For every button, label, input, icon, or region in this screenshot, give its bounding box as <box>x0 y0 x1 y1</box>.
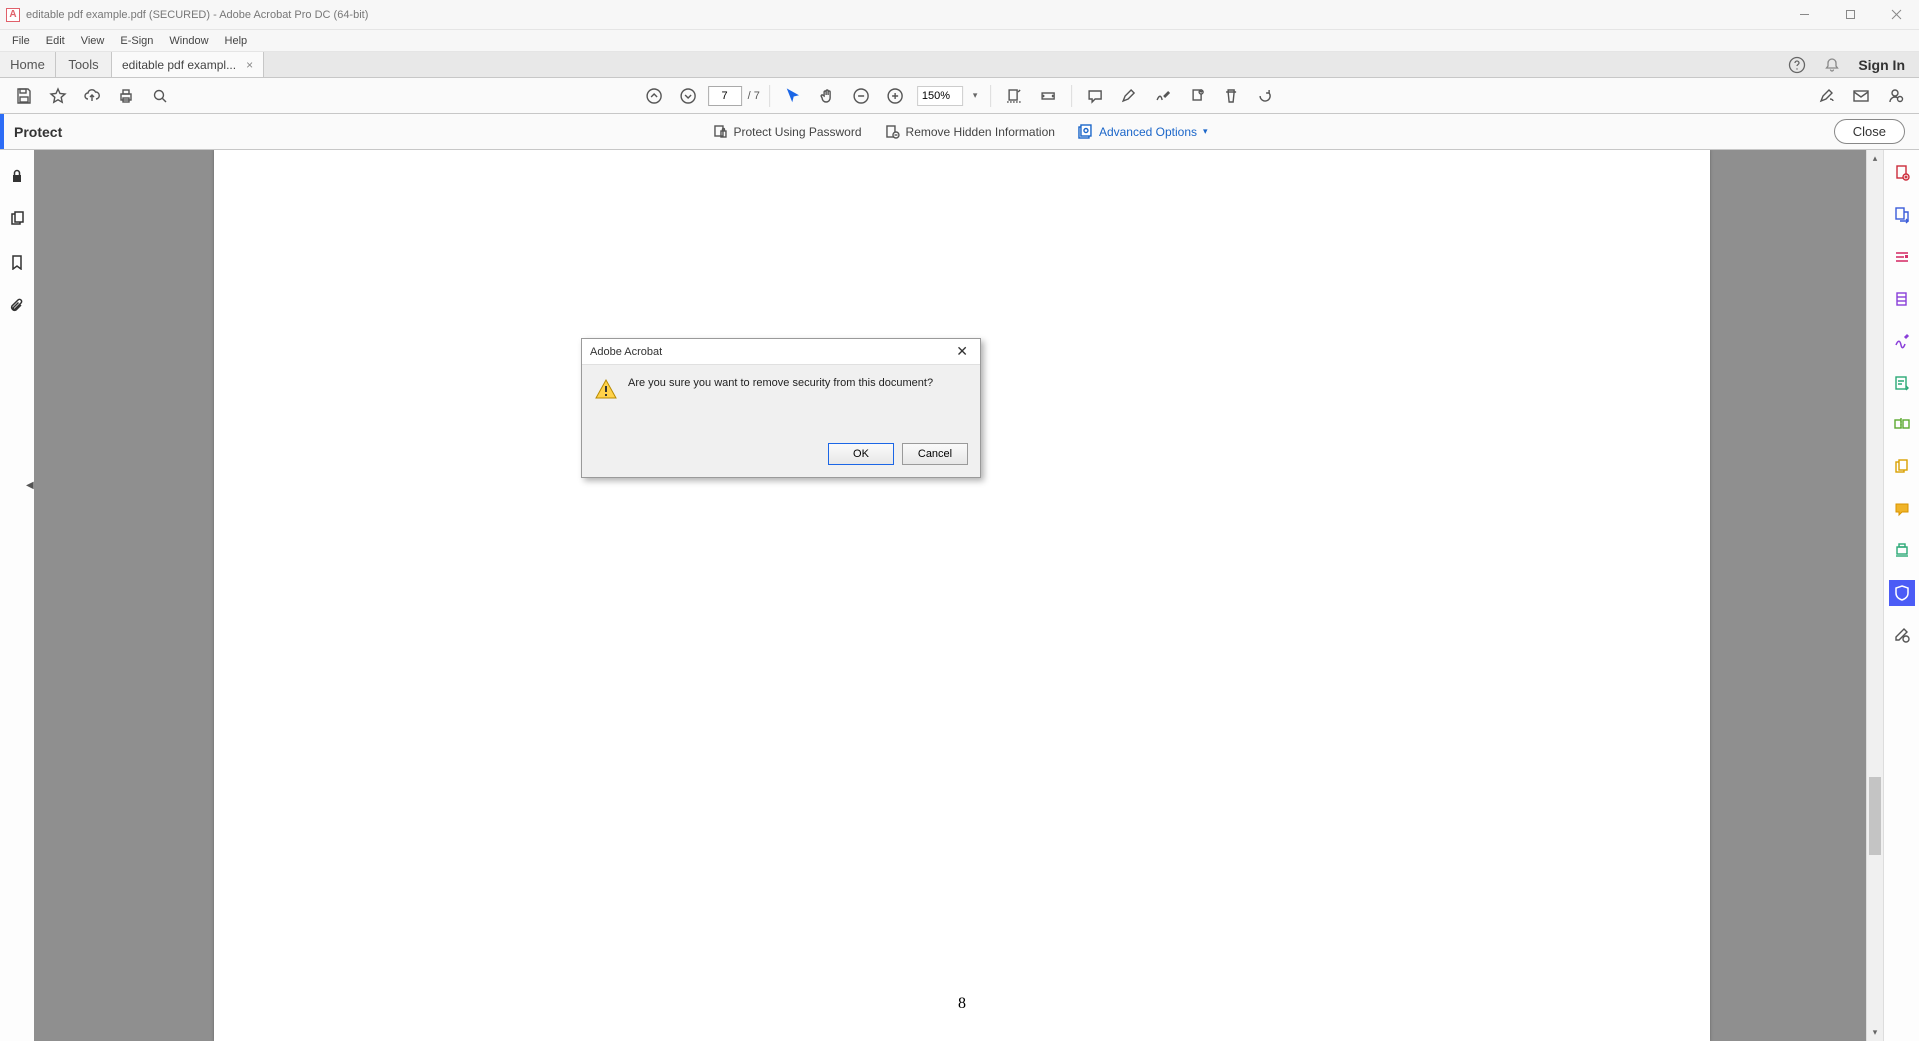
menu-view[interactable]: View <box>73 35 113 47</box>
titlebar: A editable pdf example.pdf (SECURED) - A… <box>0 0 1919 30</box>
menu-edit[interactable]: Edit <box>38 35 73 47</box>
fit-width-icon[interactable] <box>1000 82 1028 110</box>
zoom-out-icon[interactable] <box>847 82 875 110</box>
warning-icon <box>594 377 618 401</box>
save-icon[interactable] <box>10 82 38 110</box>
attachments-panel-icon[interactable] <box>9 297 25 318</box>
export-pdf-icon[interactable] <box>1889 202 1915 228</box>
collapse-left-panel-icon[interactable]: ◀ <box>26 480 34 491</box>
dialog-title: Adobe Acrobat <box>590 346 662 358</box>
vertical-scrollbar[interactable]: ▴ ▾ <box>1866 150 1883 1041</box>
remove-hidden-button[interactable]: Remove Hidden Information <box>884 124 1055 140</box>
window-title: editable pdf example.pdf (SECURED) - Ado… <box>26 9 368 21</box>
protect-bar: Protect Protect Using Password Remove Hi… <box>0 114 1919 150</box>
minimize-button[interactable] <box>1781 0 1827 30</box>
highlight-pen-icon[interactable] <box>1115 82 1143 110</box>
left-nav-strip: ◀ <box>0 150 34 1041</box>
compare-files-icon[interactable] <box>1889 412 1915 438</box>
fit-page-icon[interactable] <box>1034 82 1062 110</box>
document-page: 8 <box>214 150 1710 1041</box>
tab-document-label: editable pdf exampl... <box>122 58 236 72</box>
close-window-button[interactable] <box>1873 0 1919 30</box>
page-up-icon[interactable] <box>640 82 668 110</box>
email-icon[interactable] <box>1847 82 1875 110</box>
share-cloud-icon[interactable] <box>78 82 106 110</box>
page-down-icon[interactable] <box>674 82 702 110</box>
advanced-options-label: Advanced Options <box>1099 125 1197 139</box>
request-signatures-icon[interactable] <box>1889 370 1915 396</box>
scrollbar-thumb[interactable] <box>1869 777 1881 855</box>
user-share-icon[interactable] <box>1881 82 1909 110</box>
tab-bar: Home Tools editable pdf exampl... × Sign… <box>0 52 1919 78</box>
signature-icon[interactable] <box>1149 82 1177 110</box>
right-tool-strip <box>1883 150 1919 1041</box>
thumbnails-panel-icon[interactable] <box>9 211 25 232</box>
scrollbar-track[interactable] <box>1867 167 1883 1024</box>
menu-esign[interactable]: E-Sign <box>112 35 161 47</box>
tab-tools[interactable]: Tools <box>56 52 112 77</box>
bookmark-panel-icon[interactable] <box>9 254 25 275</box>
create-pdf-icon[interactable] <box>1889 160 1915 186</box>
content-area: ◀ 8 Adobe Acrobat ✕ Are you sure you wan… <box>0 150 1919 1041</box>
search-icon[interactable] <box>146 82 174 110</box>
zoom-in-icon[interactable] <box>881 82 909 110</box>
tab-document[interactable]: editable pdf exampl... × <box>112 52 264 77</box>
tab-document-close-icon[interactable]: × <box>246 58 253 72</box>
protect-active-indicator <box>0 114 4 149</box>
main-toolbar: / 7 ▾ <box>0 78 1919 114</box>
page-number-text: 8 <box>958 995 966 1013</box>
organize-pages-icon[interactable] <box>1889 286 1915 312</box>
sign-in-button[interactable]: Sign In <box>1858 57 1905 73</box>
comment-tool-icon[interactable] <box>1889 496 1915 522</box>
dialog-cancel-button[interactable]: Cancel <box>902 443 968 465</box>
document-viewport[interactable]: 8 Adobe Acrobat ✕ Are you sure you want … <box>34 150 1866 1041</box>
hand-pan-icon[interactable] <box>813 82 841 110</box>
chevron-down-icon: ▾ <box>1203 126 1208 137</box>
dialog-titlebar: Adobe Acrobat ✕ <box>582 339 980 365</box>
acrobat-app-icon: A <box>6 8 20 22</box>
edit-pdf-icon[interactable] <box>1889 244 1915 270</box>
page-number-input[interactable] <box>708 86 742 106</box>
remove-hidden-label: Remove Hidden Information <box>906 125 1055 139</box>
print-icon[interactable] <box>112 82 140 110</box>
stamp-icon[interactable] <box>1183 82 1211 110</box>
tab-home[interactable]: Home <box>0 52 56 77</box>
fill-sign-icon[interactable] <box>1889 328 1915 354</box>
lock-panel-icon[interactable] <box>9 168 25 189</box>
scroll-up-icon[interactable]: ▴ <box>1867 150 1883 167</box>
advanced-options-button[interactable]: Advanced Options ▾ <box>1077 124 1208 140</box>
dialog-message: Are you sure you want to remove security… <box>628 375 933 389</box>
scroll-down-icon[interactable]: ▾ <box>1867 1024 1883 1041</box>
bell-icon[interactable] <box>1824 57 1840 73</box>
help-icon[interactable] <box>1788 56 1806 74</box>
protect-password-label: Protect Using Password <box>733 125 861 139</box>
protect-close-button[interactable]: Close <box>1834 119 1905 144</box>
scan-ocr-icon[interactable] <box>1889 538 1915 564</box>
menu-help[interactable]: Help <box>217 35 256 47</box>
menu-window[interactable]: Window <box>161 35 216 47</box>
menu-bar: File Edit View E-Sign Window Help <box>0 30 1919 52</box>
protect-title: Protect <box>14 124 62 140</box>
dialog-ok-button[interactable]: OK <box>828 443 894 465</box>
zoom-input[interactable] <box>917 86 963 106</box>
comment-icon[interactable] <box>1081 82 1109 110</box>
menu-file[interactable]: File <box>4 35 38 47</box>
rotate-icon[interactable] <box>1251 82 1279 110</box>
protect-tool-icon[interactable] <box>1889 580 1915 606</box>
select-arrow-icon[interactable] <box>779 82 807 110</box>
protect-password-button[interactable]: Protect Using Password <box>711 124 861 140</box>
maximize-button[interactable] <box>1827 0 1873 30</box>
pen-annotate-icon[interactable] <box>1813 82 1841 110</box>
dialog-close-icon[interactable]: ✕ <box>952 343 972 360</box>
combine-files-icon[interactable] <box>1889 454 1915 480</box>
more-tools-icon[interactable] <box>1889 622 1915 648</box>
confirm-dialog: Adobe Acrobat ✕ Are you sure you want to… <box>581 338 981 478</box>
page-total-label: / 7 <box>748 90 760 102</box>
star-icon[interactable] <box>44 82 72 110</box>
delete-icon[interactable] <box>1217 82 1245 110</box>
zoom-dropdown-icon[interactable]: ▾ <box>969 90 982 101</box>
